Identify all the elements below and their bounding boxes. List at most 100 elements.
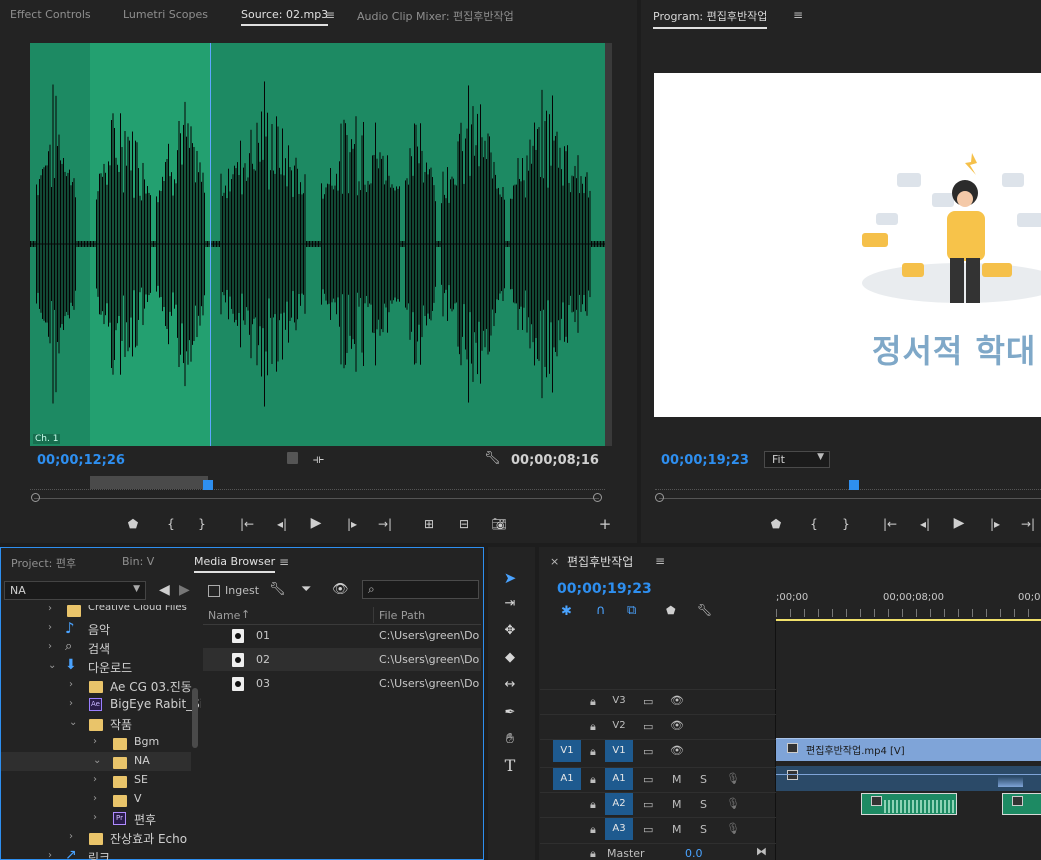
video-clip[interactable]: 편집후반작업.mp4 [V] xyxy=(776,738,1041,761)
selection-tool-icon[interactable]: ➤ xyxy=(498,567,522,589)
tree-item-pyeonhu[interactable]: › Pr 편후 xyxy=(1,809,196,828)
track-name[interactable]: A2 xyxy=(605,793,633,815)
tree-item-link[interactable]: › ↗ 링크 xyxy=(1,847,196,860)
program-mark-out-icon[interactable]: } xyxy=(837,516,855,532)
go-to-in-icon[interactable]: |← xyxy=(238,516,256,532)
audio-waveform-area[interactable]: Ch. 1 xyxy=(30,43,605,446)
source-playhead[interactable] xyxy=(203,480,213,490)
lock-icon[interactable]: 🔒︎ xyxy=(590,773,596,787)
chevron-right-icon[interactable]: › xyxy=(93,736,97,747)
chevron-right-icon[interactable]: › xyxy=(69,698,73,709)
tab-effect-controls[interactable]: Effect Controls xyxy=(10,8,91,21)
tab-project[interactable]: Project: 편후 xyxy=(11,555,76,571)
chevron-down-icon[interactable]: ⌄ xyxy=(93,755,101,766)
chevron-right-icon[interactable]: › xyxy=(93,793,97,804)
program-menu-icon[interactable]: ≡ xyxy=(793,8,803,22)
tree-item-music[interactable]: › ♪ 음악 xyxy=(1,619,196,638)
program-step-forward-icon[interactable]: |▸ xyxy=(986,516,1004,532)
snap-icon[interactable]: ∩ xyxy=(596,603,606,618)
track-a2[interactable]: 🔒︎ A2 ▭ M S 🎙︎ xyxy=(540,792,776,816)
program-play-icon[interactable]: ▶ xyxy=(950,515,968,531)
mute-button[interactable]: M xyxy=(672,773,682,786)
file-row[interactable]: 01 C:\Users\green\Dov xyxy=(203,624,481,647)
track-select-tool-icon[interactable]: ⇥ xyxy=(498,593,522,615)
mute-button[interactable]: M xyxy=(672,823,682,836)
tree-item-bigeye[interactable]: › Ae BigEye Rabit_Si xyxy=(1,695,201,714)
hand-tool-icon[interactable]: ✋︎ xyxy=(498,728,522,750)
back-arrow-icon[interactable]: ◀ xyxy=(159,582,170,598)
track-v1[interactable]: V1 🔒︎ V1 ▭ 👁︎ xyxy=(540,739,776,763)
tree-item-se[interactable]: › SE xyxy=(1,771,196,790)
timeline-title[interactable]: 편집후반작업 xyxy=(567,553,633,570)
solo-button[interactable]: S xyxy=(700,798,707,811)
track-name[interactable]: V3 xyxy=(605,690,633,712)
sync-lock-icon[interactable]: ▭ xyxy=(643,695,653,708)
column-divider[interactable] xyxy=(373,607,374,623)
timeline-settings-icon[interactable]: 🔧︎ xyxy=(697,603,712,617)
solo-button[interactable]: S xyxy=(700,823,707,836)
eye-icon[interactable]: 👁︎ xyxy=(670,719,684,732)
sync-lock-icon[interactable]: ▭ xyxy=(643,745,653,758)
pen-tool-icon[interactable]: ✒ xyxy=(498,702,522,724)
forward-arrow-icon[interactable]: ▶ xyxy=(179,582,190,598)
chevron-right-icon[interactable]: › xyxy=(69,831,73,842)
sync-lock-icon[interactable]: ▭ xyxy=(643,773,653,786)
track-v3[interactable]: 🔒︎ V3 ▭ 👁︎ xyxy=(540,689,776,713)
timeline-timecode[interactable]: 00;00;19;23 xyxy=(557,581,652,597)
tab-audio-clip-mixer[interactable]: Audio Clip Mixer: 편집후반작업 xyxy=(357,8,514,24)
type-tool-icon[interactable]: T xyxy=(498,755,522,777)
nest-icon[interactable]: ✱ xyxy=(561,604,572,619)
microphone-icon[interactable]: 🎙︎ xyxy=(726,797,740,810)
tab-source[interactable]: Source: 02.mp3 xyxy=(241,8,329,26)
column-file-path[interactable]: File Path xyxy=(379,609,425,622)
razor-tool-icon[interactable]: ◆ xyxy=(498,647,522,669)
audio-clip-a2[interactable] xyxy=(861,793,957,815)
location-select[interactable]: NA ▼ xyxy=(4,581,146,600)
slip-tool-icon[interactable]: ↔ xyxy=(498,674,522,696)
insert-icon[interactable]: ⊞ xyxy=(420,516,438,532)
source-patch-v1[interactable]: V1 xyxy=(553,740,581,762)
zoom-handle-right[interactable] xyxy=(593,493,602,502)
zoom-handle-left[interactable] xyxy=(31,493,40,502)
program-title[interactable]: Program: 편집후반작업 xyxy=(653,8,768,29)
eye-icon[interactable]: 👁︎ xyxy=(670,694,684,707)
tree-item-bgm[interactable]: › Bgm xyxy=(1,733,196,752)
microphone-icon[interactable]: 🎙︎ xyxy=(726,822,740,835)
track-a3[interactable]: 🔒︎ A3 ▭ M S 🎙︎ xyxy=(540,817,776,841)
program-step-back-icon[interactable]: ◂| xyxy=(916,516,934,532)
view-icon[interactable]: 👁︎ xyxy=(332,582,349,597)
file-row[interactable]: 03 C:\Users\green\Dov xyxy=(203,672,481,695)
filter-icon[interactable]: ⏷ xyxy=(301,582,311,597)
program-go-to-in-icon[interactable]: |← xyxy=(881,516,899,532)
program-zoom-handle[interactable] xyxy=(655,493,664,502)
mark-out-icon[interactable]: } xyxy=(193,516,211,532)
track-name[interactable]: V1 xyxy=(605,740,633,762)
tree-item-download[interactable]: ⌄ ⬇ 다운로드 xyxy=(1,657,196,676)
program-playhead[interactable] xyxy=(849,480,859,490)
source-menu-icon[interactable]: ≡ xyxy=(325,8,335,22)
export-frame-icon[interactable]: 📷︎ xyxy=(490,516,508,532)
wrench-icon[interactable]: 🔧︎ xyxy=(484,451,501,466)
tree-item-v[interactable]: › V xyxy=(1,790,196,809)
add-button-icon[interactable]: + xyxy=(596,516,614,532)
audio-clip-a2-second[interactable] xyxy=(1002,793,1041,815)
track-name[interactable]: A1 xyxy=(605,768,633,790)
timeline-ruler[interactable]: ;00;00 00;00;08;00 00;0 xyxy=(776,587,1041,621)
chevron-right-icon[interactable]: › xyxy=(48,605,52,614)
zoom-select[interactable]: Fit ▼ xyxy=(764,451,830,468)
microphone-icon[interactable]: 🎙︎ xyxy=(726,772,740,785)
chevron-right-icon[interactable]: › xyxy=(48,622,52,633)
chevron-down-icon[interactable]: ⌄ xyxy=(48,660,56,671)
chevron-right-icon[interactable]: › xyxy=(93,774,97,785)
mark-in-icon[interactable]: { xyxy=(162,516,180,532)
program-zoom-bar[interactable] xyxy=(659,498,1041,499)
go-to-out-icon[interactable]: →| xyxy=(376,516,394,532)
source-time-ruler[interactable] xyxy=(30,476,605,490)
media-browser-menu-icon[interactable]: ≡ xyxy=(279,555,289,569)
lock-icon[interactable]: 🔒︎ xyxy=(590,823,596,837)
program-go-to-out-icon[interactable]: →| xyxy=(1019,516,1037,532)
sync-lock-icon[interactable]: ▭ xyxy=(643,823,653,836)
file-row[interactable]: 02 C:\Users\green\Dov xyxy=(203,648,481,671)
solo-button[interactable]: S xyxy=(700,773,707,786)
sync-lock-icon[interactable]: ▭ xyxy=(643,720,653,733)
